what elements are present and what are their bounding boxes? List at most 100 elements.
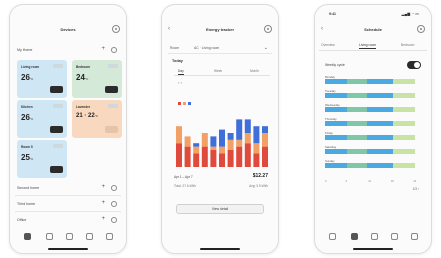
schedule-segment[interactable] [393, 107, 415, 112]
schedule-day-row[interactable]: Friday [325, 131, 415, 142]
home-tab-icon[interactable] [329, 233, 336, 240]
chart-bar-segment [262, 126, 268, 133]
schedule-day-row[interactable]: Saturday [325, 145, 415, 156]
room-row-my-home[interactable]: My Home + [15, 45, 121, 55]
chart-bar-segment [210, 150, 217, 167]
schedule-segment[interactable] [347, 93, 367, 98]
schedule-segment[interactable] [347, 107, 367, 112]
power-switch[interactable] [50, 166, 63, 173]
schedule-bar [325, 121, 415, 126]
power-switch[interactable] [50, 126, 63, 133]
device-tile-kitchen[interactable]: Kitchen 26°C [17, 100, 67, 138]
schedule-segment[interactable] [367, 79, 393, 84]
settings-icon[interactable] [417, 25, 425, 33]
schedule-segment[interactable] [367, 93, 393, 98]
schedule-segment[interactable] [393, 121, 415, 126]
power-switch[interactable] [105, 126, 118, 133]
schedule-day-row[interactable]: Tuesday [325, 89, 415, 100]
devices-tab-icon[interactable] [66, 233, 73, 240]
selector-value: AC · Living room [194, 46, 220, 50]
schedule-segment[interactable] [393, 135, 415, 140]
tab-month[interactable]: Month [250, 69, 259, 73]
chart-bar-segment [227, 150, 234, 167]
add-icon[interactable]: + [101, 46, 105, 52]
tab-day[interactable]: Day [178, 69, 184, 75]
pager[interactable]: 1/3 › [413, 187, 419, 191]
profile-tab-icon[interactable] [391, 233, 398, 240]
settings-icon[interactable] [264, 25, 272, 33]
tile-value: 26°C [21, 73, 34, 82]
status-icons: ▂▄▆ ◔ ▭ [401, 12, 419, 16]
tab-living-room[interactable]: Living room [359, 43, 377, 49]
gear-icon[interactable] [111, 201, 117, 207]
devices-tab-icon[interactable] [371, 233, 378, 240]
schedule-segment[interactable] [367, 149, 393, 154]
room-row-office[interactable]: Office + [15, 215, 121, 225]
room-row-third-home[interactable]: Third home + [15, 199, 121, 212]
settings-tab-icon[interactable] [411, 233, 418, 240]
schedule-segment[interactable] [325, 79, 347, 84]
tab-overview[interactable]: Overview [321, 43, 335, 47]
schedule-segment[interactable] [325, 135, 347, 140]
weekly-cycle-toggle[interactable] [407, 61, 421, 69]
schedule-segment[interactable] [347, 149, 367, 154]
chart-bar-segment [201, 146, 208, 167]
schedule-segment[interactable] [325, 163, 347, 168]
tile-value: 21 · 22°C [76, 113, 99, 119]
schedule-day-row[interactable]: Monday [325, 75, 415, 86]
schedule-day-row[interactable]: Wednesday [325, 103, 415, 114]
search-tab-icon[interactable] [351, 233, 358, 240]
home-tab-icon[interactable] [24, 233, 31, 240]
weekly-cycle-row: Weekly cycle [325, 60, 423, 70]
period-tabs: Day Week Month [174, 68, 270, 76]
card-title: Today [172, 59, 183, 63]
chart-bar-segment [253, 143, 260, 154]
schedule-segment[interactable] [325, 93, 347, 98]
room-row-second-home[interactable]: Second home + [15, 183, 121, 196]
add-icon[interactable]: + [101, 184, 105, 190]
page-title: Energy tracker [205, 27, 234, 32]
device-tile-bedroom[interactable]: Bedroom 24°C [72, 60, 122, 98]
gear-icon[interactable] [111, 47, 117, 53]
tab-bedroom[interactable]: Bedroom [401, 43, 414, 47]
schedule-segment[interactable] [347, 79, 367, 84]
period-nav[interactable]: ‹ › [178, 80, 182, 85]
schedule-segment[interactable] [367, 121, 393, 126]
schedule-segment[interactable] [325, 149, 347, 154]
chart-bar-segment [176, 143, 182, 167]
power-switch[interactable] [105, 86, 118, 93]
device-selector[interactable]: Room AC · Living room ⌄ [168, 44, 272, 54]
schedule-segment[interactable] [367, 163, 393, 168]
settings-tab-icon[interactable] [106, 233, 113, 240]
chart-bar-segment [227, 133, 234, 140]
chart-bar-segment [253, 153, 260, 167]
schedule-segment[interactable] [393, 163, 415, 168]
search-tab-icon[interactable] [46, 233, 53, 240]
schedule-segment[interactable] [393, 93, 415, 98]
schedule-segment[interactable] [367, 135, 393, 140]
power-switch[interactable] [50, 86, 63, 93]
chart-bar-segment [262, 133, 268, 147]
view-detail-button[interactable]: View detail [176, 204, 264, 214]
schedule-segment[interactable] [393, 79, 415, 84]
device-tile-room-5[interactable]: Room 5 25°C [17, 140, 67, 178]
schedule-day-row[interactable]: Thursday [325, 117, 415, 128]
gear-icon[interactable] [111, 185, 117, 191]
settings-icon[interactable] [112, 25, 120, 33]
add-icon[interactable]: + [101, 216, 105, 222]
gear-icon[interactable] [111, 217, 117, 223]
schedule-segment[interactable] [325, 121, 347, 126]
schedule-segment[interactable] [325, 107, 347, 112]
schedule-segment[interactable] [347, 163, 367, 168]
schedule-segment[interactable] [347, 135, 367, 140]
tab-week[interactable]: Week [214, 69, 222, 73]
device-tile-living-room[interactable]: Living room 26°C [17, 60, 67, 98]
schedule-segment[interactable] [367, 107, 393, 112]
schedule-segment[interactable] [393, 149, 415, 154]
profile-tab-icon[interactable] [86, 233, 93, 240]
weekly-cycle-label: Weekly cycle [325, 63, 345, 67]
device-tile-lavender[interactable]: Lavender 21 · 22°C [72, 100, 122, 138]
schedule-day-row[interactable]: Sunday [325, 159, 415, 170]
add-icon[interactable]: + [101, 200, 105, 206]
schedule-segment[interactable] [347, 121, 367, 126]
